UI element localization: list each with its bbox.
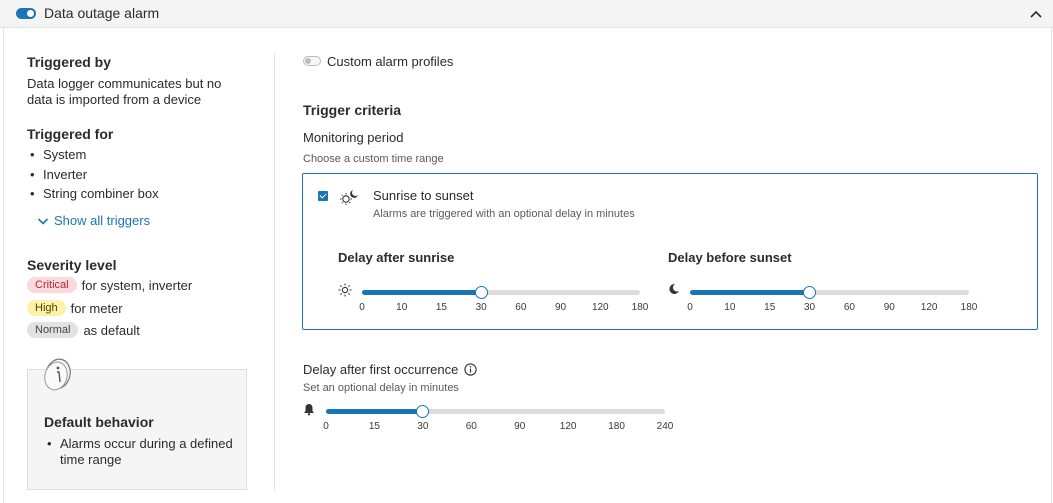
severity-heading: Severity level [27,257,117,273]
triggered-by-text-2: data is imported from a device [27,92,202,107]
info-icon[interactable] [464,363,477,376]
triggered-by-heading: Triggered by [27,54,112,70]
tick-label: 240 [656,421,674,432]
tick-label: 180 [631,302,649,313]
first-occurrence-label: Delay after first occurrence [303,362,459,377]
custom-profiles-toggle[interactable] [303,56,321,66]
tick-label: 30 [804,302,816,313]
delay-after-sunrise-label: Delay after sunrise [338,250,455,265]
severity-row-normal: Normal as default [27,322,140,338]
severity-text: for meter [70,300,123,316]
tick-label: 120 [591,302,609,313]
tick-label: 60 [465,421,477,432]
slider-thumb[interactable] [803,286,817,299]
tick-label: 15 [764,302,776,313]
slider-fill [690,290,810,295]
triggered-for-list: System Inverter String combiner box [27,145,159,204]
sun-moon-icon [340,190,358,205]
tick-label: 60 [843,302,855,313]
monitoring-period-label: Monitoring period [303,130,404,145]
delay-after-sunrise-slider[interactable]: 0 10 15 30 60 90 120 180 [359,286,648,313]
column-divider [274,54,275,490]
bell-icon [304,404,314,416]
tick-label: 120 [559,421,577,432]
slider-fill [362,290,482,295]
delay-before-sunset-slider[interactable]: 0 10 15 30 60 90 120 180 [687,286,977,313]
first-occurrence-label-row: Delay after first occurrence [303,362,477,377]
tick-label: 10 [724,302,736,313]
tick-label: 10 [396,302,408,313]
list-item: String combiner box [27,184,159,204]
trigger-criteria-title: Trigger criteria [303,102,402,118]
severity-text: for system, inverter [81,277,193,293]
tick-label: 30 [475,302,487,313]
tick-label: 90 [514,421,526,432]
chevron-down-icon [37,217,49,225]
option-title: Sunrise to sunset [373,188,474,203]
custom-profiles-label: Custom alarm profiles [327,54,454,69]
high-badge: High [27,300,66,316]
sunrise-sunset-checkbox[interactable] [318,191,328,201]
list-item: System [27,145,159,165]
default-behavior-card: Default behavior Alarms occur during a d… [27,358,247,490]
tick-label: 0 [359,302,365,313]
alarm-title: Data outage alarm [44,5,160,21]
sun-icon [338,283,352,297]
slider-thumb[interactable] [416,405,430,418]
tick-label: 15 [368,421,380,432]
severity-row-critical: Critical for system, inverter [27,277,192,293]
slider-thumb[interactable] [474,286,488,299]
sunrise-sunset-option[interactable]: Sunrise to sunset Alarms are triggered w… [302,173,1038,330]
moon-icon [669,283,679,294]
tick-label: 120 [920,302,938,313]
tick-label: 0 [323,421,329,432]
alarm-enabled-toggle[interactable] [16,8,36,19]
tick-label: 0 [687,302,693,313]
show-all-triggers-label: Show all triggers [54,213,151,228]
default-behavior-title: Default behavior [44,414,154,430]
delay-before-sunset-label: Delay before sunset [668,250,792,265]
tick-label: 30 [417,421,429,432]
triggered-by-text-1: Data logger communicates but no [27,76,222,91]
triggered-for-heading: Triggered for [27,126,114,142]
option-description: Alarms are triggered with an optional de… [373,208,635,220]
severity-row-high: High for meter [27,300,123,316]
show-all-triggers-link[interactable]: Show all triggers [37,213,150,228]
list-item: Alarms occur during a defined time range [44,436,234,468]
tick-label: 60 [515,302,527,313]
tick-label: 180 [608,421,625,432]
tick-label: 90 [883,302,895,313]
tick-label: 15 [435,302,447,313]
critical-badge: Critical [27,277,77,293]
alarm-header[interactable]: Data outage alarm [0,0,1053,28]
default-behavior-list: Alarms occur during a defined time range [44,436,234,468]
list-item: Inverter [27,165,159,185]
chevron-up-icon[interactable] [1028,6,1044,22]
slider-fill [326,409,423,414]
first-occurrence-help: Set an optional delay in minutes [303,382,459,394]
tick-label: 180 [960,302,978,313]
severity-text: as default [83,322,140,338]
normal-badge: Normal [27,322,79,338]
first-occurrence-slider[interactable]: 0 15 30 60 90 120 180 240 [323,405,673,432]
monitoring-period-help: Choose a custom time range [303,153,444,165]
info-tag-icon [44,358,71,391]
tick-label: 90 [555,302,567,313]
